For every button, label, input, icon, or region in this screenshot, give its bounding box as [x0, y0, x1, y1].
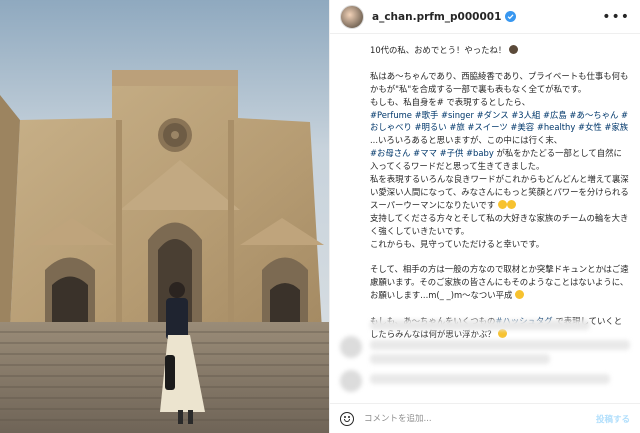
caption-line: 10代の私、おめでとう！やったね！	[370, 44, 630, 57]
caption-line: もしも、私自身を# で表現するとしたら、	[370, 96, 531, 107]
caption-line: #お母さん #ママ #子供 #baby が私をかたどる一部として自然に入ってくる…	[370, 148, 622, 172]
hashtag-group[interactable]: #Perfume #歌手 #singer #ダンス #3人組 #広島 #あ〜ちゃ…	[370, 110, 628, 133]
post-header: a_chan.prfm_p000001 •••	[330, 0, 640, 34]
caption-line: 支持してくださる方々とそして私の大好きな家族のチームの輪を大きく強くしていきたい…	[370, 212, 629, 236]
caption-line: 私を表現するいろんな良きワードがこれからもどんどんと増えて裏深い愛深い人間になっ…	[370, 174, 629, 210]
emoji-icon	[506, 199, 516, 209]
post-photo[interactable]	[0, 0, 329, 433]
post-comment-button[interactable]: 投稿する	[596, 413, 630, 425]
caption-line: これからも、見守っていただけると幸いです。	[370, 238, 545, 249]
caption-line: 私はあ〜ちゃんであり、西脇綾香であり、プライベートも仕事も何もかもが"私"を合成…	[370, 70, 629, 94]
comment-bar: 投稿する	[330, 403, 640, 433]
smile-emoji-icon	[515, 290, 525, 300]
username-link[interactable]: a_chan.prfm_p000001	[372, 11, 501, 23]
more-options-icon[interactable]: •••	[602, 10, 630, 24]
comment-input[interactable]	[364, 413, 596, 424]
caption-line: そして、相手の方は一般の方なので取材とか突撃ドキュンとかはご遠慮願います。そのご…	[370, 264, 629, 301]
caption: 10代の私、おめでとう！やったね！ 私はあ〜ちゃんであり、西脇綾香であり、プライ…	[330, 34, 640, 341]
post-detail-panel: a_chan.prfm_p000001 ••• 10代の私、おめでとう！やったね…	[329, 0, 640, 433]
blurred-comments	[330, 314, 640, 400]
cathedral-photo	[0, 0, 329, 433]
face-emoji-icon	[508, 45, 518, 54]
emoji-picker-icon[interactable]	[340, 411, 354, 426]
caption-line: #Perfume #歌手 #singer #ダンス #3人組 #広島 #あ〜ちゃ…	[370, 109, 629, 146]
hashtag-group[interactable]: #お母さん #ママ #子供 #baby	[370, 148, 494, 158]
avatar[interactable]	[340, 4, 364, 29]
emoji-icon	[497, 199, 507, 209]
verified-badge-icon	[505, 11, 517, 22]
